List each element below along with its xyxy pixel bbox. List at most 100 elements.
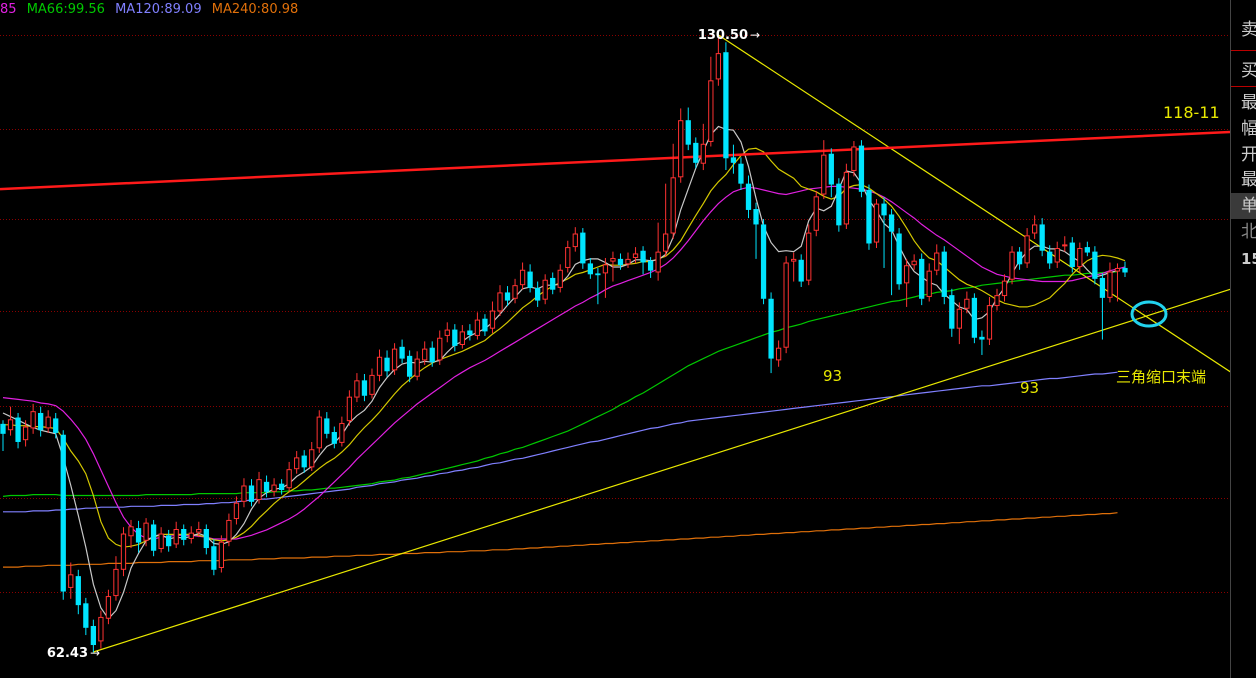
candle-body-113 <box>851 146 857 171</box>
candle-body-2 <box>15 417 21 442</box>
candle-body-107 <box>806 232 812 281</box>
candle-body-41 <box>309 449 315 468</box>
candle-body-125 <box>941 251 947 297</box>
candle-body-66 <box>497 292 503 312</box>
candle-body-8 <box>60 434 66 592</box>
candlestick-chart[interactable]: 130.50 → 62.43 → 118-11 93 93 三角缩口末端 <box>0 0 1230 678</box>
candle-body-51 <box>384 357 390 372</box>
candle-body-53 <box>399 346 405 359</box>
ma10-line <box>3 147 1126 548</box>
candle-body-44 <box>331 432 337 444</box>
candle-body-142 <box>1069 242 1075 268</box>
candle-body-3 <box>22 426 29 441</box>
candle-body-4 <box>30 411 36 429</box>
candle-body-9 <box>68 574 74 588</box>
candle-body-74 <box>557 269 563 288</box>
sidebar-item-north[interactable]: 北 <box>1231 219 1256 245</box>
candle-body-11 <box>83 603 89 628</box>
candle-body-139 <box>1047 251 1053 264</box>
candle-body-0 <box>0 423 6 434</box>
candle-body-75 <box>565 247 571 268</box>
ma20-line <box>2 185 1126 540</box>
sidebar-item-change[interactable]: 幅 <box>1231 116 1256 142</box>
candle-body-82 <box>617 258 624 266</box>
candle-body-16 <box>120 533 127 570</box>
sidebar-item-unit[interactable]: 单 <box>1231 193 1256 219</box>
candle-body-29 <box>218 541 225 568</box>
candle-body-45 <box>339 422 345 443</box>
candle-body-68 <box>512 285 518 299</box>
candle-body-13 <box>98 616 104 642</box>
sidebar-item-high[interactable]: 最 <box>1231 167 1256 193</box>
candle-body-56 <box>422 348 428 361</box>
candle-body-6 <box>45 416 51 429</box>
candle-body-93 <box>700 143 706 164</box>
candle-body-76 <box>572 233 578 248</box>
candle-body-42 <box>316 416 322 449</box>
ma120-line <box>3 371 1118 513</box>
candle-body-87 <box>655 251 661 273</box>
candle-body-114 <box>858 145 865 192</box>
candle-body-32 <box>241 485 247 502</box>
candle-body-31 <box>233 502 240 520</box>
low-price-arrow: → <box>90 646 100 660</box>
candle-body-136 <box>1024 235 1030 264</box>
candle-body-90 <box>678 120 684 178</box>
candle-body-77 <box>580 232 586 264</box>
candle-body-110 <box>828 153 834 185</box>
candle-body-17 <box>128 526 134 537</box>
sidebar-divider <box>1231 86 1256 87</box>
candle-body-84 <box>632 253 639 258</box>
candle-body-23 <box>173 528 179 545</box>
candle-body-33 <box>248 485 255 502</box>
candle-body-60 <box>452 329 458 346</box>
candle-body-22 <box>166 535 172 547</box>
candle-body-120 <box>903 265 910 284</box>
candle-body-49 <box>369 374 375 395</box>
candle-body-130 <box>979 336 985 340</box>
ma240-value: MA240:80.98 <box>211 2 299 17</box>
candle-body-24 <box>181 528 187 540</box>
candle-body-135 <box>1016 251 1023 265</box>
candle-body-28 <box>211 546 217 570</box>
sidebar-item-open[interactable]: 开 <box>1231 142 1256 168</box>
candle-body-145 <box>1092 251 1098 279</box>
candle-body-124 <box>934 252 940 271</box>
triangle-end-circle <box>1130 300 1168 328</box>
candle-body-67 <box>504 292 511 301</box>
sidebar-item-sell[interactable]: 卖 <box>1231 17 1256 43</box>
trendlines <box>0 34 1230 653</box>
support-label-1: 93 <box>823 367 842 385</box>
candle-body-98 <box>738 163 744 184</box>
candle-body-78 <box>587 263 593 275</box>
candle-body-27 <box>203 528 209 549</box>
sidebar-item-latest[interactable]: 最 <box>1231 90 1256 116</box>
ma-legend: 85 MA66:99.56 MA120:89.09 MA240:80.98 <box>0 2 304 17</box>
candle-body-63 <box>474 319 481 336</box>
candle-body-140 <box>1054 248 1060 263</box>
candle-body-48 <box>361 380 368 396</box>
candle-body-12 <box>90 625 96 646</box>
moving-average-lines <box>2 125 1126 620</box>
candles <box>0 35 1128 653</box>
ma-first-value: 85 <box>0 2 17 17</box>
candle-body-147 <box>1107 271 1113 298</box>
grid-lines <box>0 35 1230 593</box>
high-price-arrow: → <box>750 28 760 42</box>
candle-body-121 <box>911 260 917 266</box>
triangle-end-label: 三角缩口末端 <box>1116 368 1206 386</box>
candle-body-104 <box>783 262 789 348</box>
sidebar-item-buy[interactable]: 买 <box>1231 58 1256 84</box>
candle-body-132 <box>994 295 1000 307</box>
candle-body-131 <box>986 305 993 340</box>
candle-body-115 <box>866 189 872 244</box>
candle-body-126 <box>949 295 955 329</box>
candle-body-149 <box>1122 267 1128 273</box>
candle-body-70 <box>527 271 533 288</box>
candle-body-148 <box>1114 267 1121 272</box>
support-label-2: 93 <box>1020 379 1039 397</box>
candle-body-64 <box>482 318 488 332</box>
candle-body-108 <box>813 196 819 231</box>
candle-body-47 <box>354 380 360 398</box>
candle-body-50 <box>376 356 383 376</box>
